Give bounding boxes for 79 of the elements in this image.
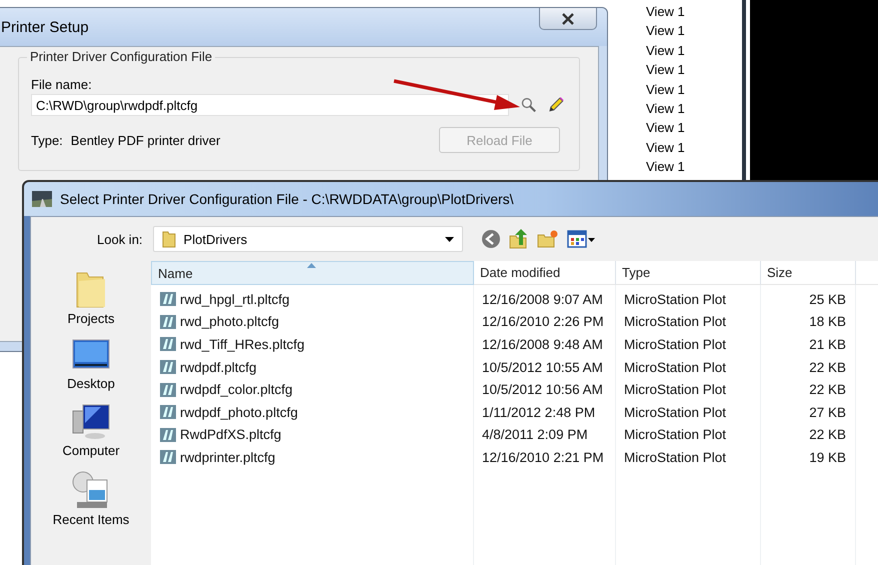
view-list-item[interactable]: View 1	[646, 80, 685, 100]
place-item[interactable]: Computer	[62, 403, 120, 458]
type-cell: MicroStation Plot	[624, 292, 726, 307]
file-icon	[159, 291, 177, 308]
file-name[interactable]: rwd_hpgl_rtl.pltcfg	[180, 292, 290, 307]
folder-icon	[162, 230, 176, 248]
view-list-item[interactable]: View 1	[646, 157, 685, 177]
file-name[interactable]: rwd_Tiff_HRes.pltcfg	[180, 336, 305, 352]
type-cell: MicroStation Plot	[624, 336, 726, 352]
view-list-item[interactable]: View 1	[646, 40, 685, 60]
size-cell: 22 KB	[809, 427, 846, 442]
sort-arrow-icon	[307, 263, 316, 268]
type-value: Bentley PDF printer driver	[70, 132, 220, 148]
file-name[interactable]: rwdpdf_photo.pltcfg	[180, 404, 298, 420]
view-list-item[interactable]: View 1	[646, 2, 685, 22]
file-name[interactable]: rwdpdf.pltcfg	[180, 360, 257, 375]
date-cell: 4/8/2011 2:09 PM	[482, 427, 588, 442]
type-cell: MicroStation Plot	[624, 427, 726, 442]
file-name-label: File name:	[31, 77, 92, 92]
file-icon	[159, 426, 177, 443]
back-icon[interactable]	[480, 229, 501, 249]
look-in-label: Look in:	[97, 232, 143, 246]
place-item[interactable]: Projects	[68, 269, 114, 326]
file-icon	[159, 382, 177, 398]
group-title: Printer Driver Configuration File	[27, 49, 216, 64]
date-cell: 10/5/2012 10:56 AM	[482, 382, 603, 398]
file-icon	[159, 449, 177, 466]
file-icon	[159, 359, 177, 376]
size-cell: 22 KB	[809, 360, 846, 375]
caret-icon	[444, 236, 454, 242]
search-icon[interactable]	[520, 97, 536, 113]
date-cell: 12/16/2010 2:21 PM	[482, 450, 604, 465]
size-cell: 22 KB	[809, 382, 846, 398]
column-header[interactable]: Size	[761, 261, 856, 285]
view-list-item[interactable]: View 1	[646, 138, 685, 158]
computer-icon	[70, 403, 111, 441]
type-cell: MicroStation Plot	[624, 314, 726, 330]
date-cell: 12/16/2008 9:07 AM	[482, 292, 603, 307]
look-in-dropdown[interactable]: PlotDrivers	[152, 226, 463, 252]
view-list-item[interactable]: View 1	[646, 99, 685, 118]
file-name[interactable]: RwdPdfXS.pltcfg	[180, 427, 282, 442]
type-cell: MicroStation Plot	[624, 450, 726, 465]
view-list-item[interactable]: View 1	[646, 60, 685, 80]
place-item[interactable]: Recent Items	[52, 470, 130, 527]
type-label: Type:	[31, 132, 63, 148]
size-cell: 25 KB	[809, 292, 846, 307]
size-cell: 21 KB	[809, 336, 846, 352]
view-menu-icon[interactable]	[566, 229, 595, 249]
pencil-icon[interactable]	[547, 96, 565, 114]
close-button[interactable]	[539, 8, 597, 30]
type-cell: MicroStation Plot	[624, 382, 726, 398]
road-icon	[32, 191, 52, 207]
file-name[interactable]: rwd_photo.pltcfg	[180, 314, 280, 330]
new-folder-icon[interactable]	[536, 229, 559, 249]
view-list-item[interactable]: View 1	[646, 21, 685, 41]
type-cell: MicroStation Plot	[624, 360, 726, 375]
column-header[interactable]: Type	[616, 261, 761, 285]
file-icon	[159, 336, 177, 352]
size-cell: 18 KB	[809, 314, 846, 330]
date-cell: 1/11/2012 2:48 PM	[482, 404, 596, 420]
view-list-item[interactable]: View 1	[646, 118, 685, 138]
file-icon	[159, 404, 177, 420]
close-icon	[561, 12, 575, 24]
place-item[interactable]: Desktop	[67, 338, 115, 391]
column-header[interactable]: Name	[151, 261, 474, 285]
date-cell: 10/5/2012 10:55 AM	[482, 360, 603, 375]
window-title: Select Printer Driver Configuration File - C:\RWDDATA\group\PlotDrivers\	[60, 191, 514, 207]
file-name[interactable]: rwdprinter.pltcfg	[180, 450, 276, 465]
window-title: Printer Setup	[1, 18, 89, 36]
date-cell: 12/16/2010 2:26 PM	[482, 314, 604, 330]
size-cell: 27 KB	[809, 404, 846, 420]
type-cell: MicroStation Plot	[624, 404, 726, 420]
up-folder-icon[interactable]	[508, 229, 529, 249]
file-icon	[159, 314, 177, 330]
date-cell: 12/16/2008 9:48 AM	[482, 336, 603, 352]
file-name-field[interactable]: C:\RWD\group\rwdpdf.pltcfg	[31, 94, 509, 116]
column-header[interactable]: Date modified	[474, 261, 616, 285]
size-cell: 19 KB	[809, 450, 846, 465]
file-name[interactable]: rwdpdf_color.pltcfg	[180, 382, 293, 398]
